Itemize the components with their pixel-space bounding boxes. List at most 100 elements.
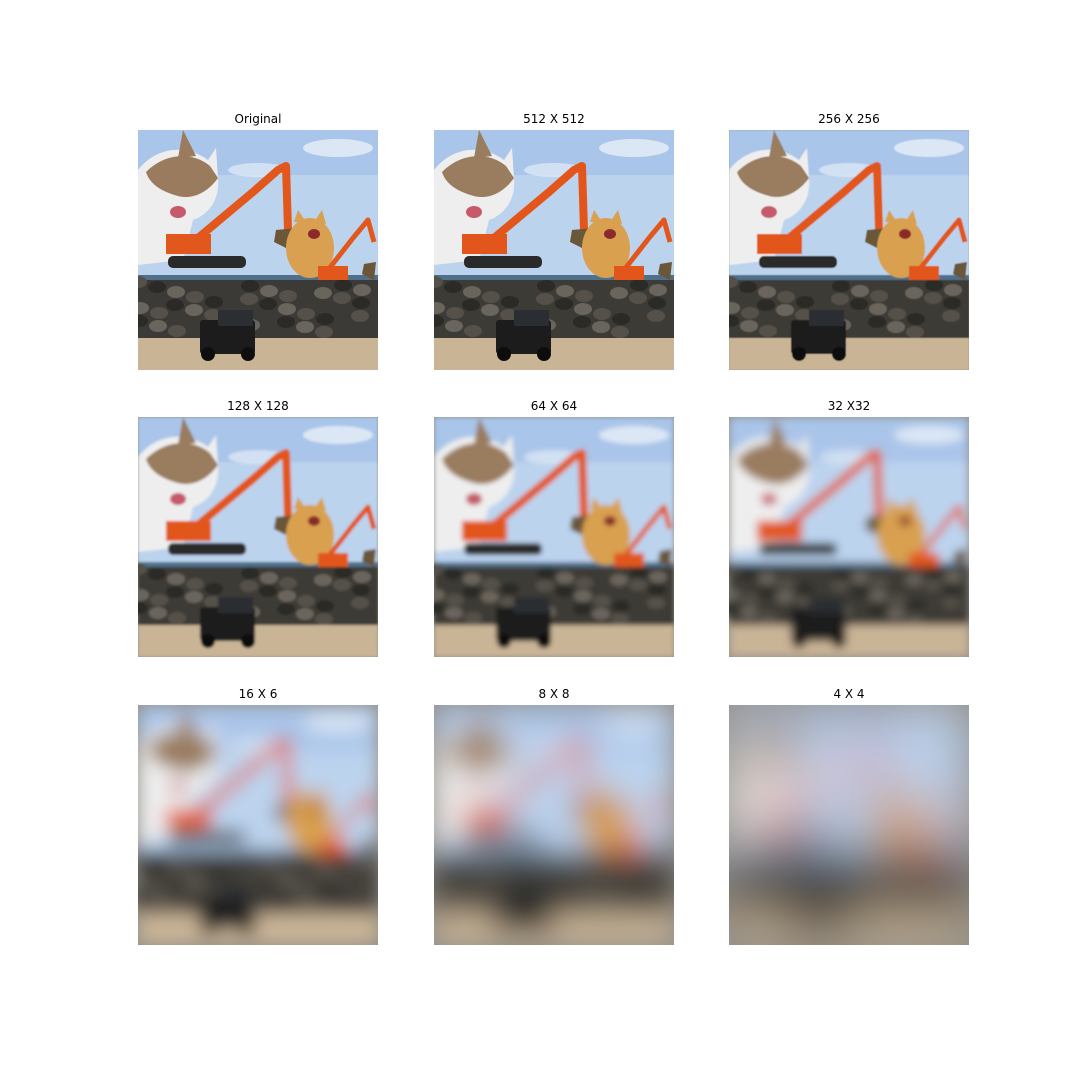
rock — [482, 866, 500, 878]
toy-car-cabin — [514, 885, 549, 901]
rock — [832, 855, 850, 867]
rock — [573, 603, 591, 615]
cat-left-mouth — [170, 206, 186, 218]
rock — [592, 896, 610, 908]
scene-illustration — [729, 130, 969, 370]
rock — [353, 571, 371, 583]
cloud — [303, 139, 373, 157]
rock — [279, 290, 297, 302]
cat-right-mouth — [308, 804, 320, 814]
rock — [279, 865, 297, 877]
rock — [757, 299, 775, 311]
toy-car-wheel — [792, 347, 806, 361]
rock — [906, 326, 924, 338]
toy-car-wheel — [241, 634, 255, 648]
rock — [776, 591, 794, 603]
rock — [278, 303, 296, 315]
rock — [741, 307, 759, 319]
panel-image — [434, 417, 674, 657]
excavator-track — [464, 831, 542, 843]
rock — [481, 591, 499, 603]
rock — [629, 579, 647, 591]
rock — [445, 895, 463, 907]
rock — [592, 608, 610, 620]
rock — [277, 891, 295, 903]
rock — [777, 578, 795, 590]
rock — [740, 895, 758, 907]
cat-left-mouth — [761, 206, 777, 218]
rock — [186, 291, 204, 303]
excavator-track — [464, 543, 542, 555]
cat-right-mouth — [604, 804, 616, 814]
rock — [907, 888, 925, 900]
rock — [259, 585, 277, 597]
rock — [555, 585, 573, 597]
rock — [777, 866, 795, 878]
cat-right-mouth — [604, 229, 616, 239]
rock — [205, 871, 223, 883]
rock — [831, 868, 849, 880]
scene-group — [729, 417, 969, 657]
rock — [482, 291, 500, 303]
excavator-track — [759, 256, 837, 268]
rock — [462, 299, 480, 311]
rock — [462, 586, 480, 598]
excavator-track — [168, 256, 246, 268]
rock — [278, 878, 296, 890]
toy-car-wheel — [241, 347, 255, 361]
rock — [536, 868, 554, 880]
rock — [850, 873, 868, 885]
scene-group — [434, 130, 674, 370]
rock — [537, 280, 555, 292]
rock — [555, 298, 573, 310]
excavator-small-body — [614, 841, 644, 855]
rock — [925, 566, 943, 578]
excavator-small-body — [318, 841, 348, 855]
rock — [314, 287, 332, 299]
rock — [297, 308, 315, 320]
rock — [149, 607, 167, 619]
rock — [851, 285, 869, 297]
panel-title: 32 X32 — [827, 399, 871, 413]
rock — [629, 292, 647, 304]
excavator-track — [464, 256, 542, 268]
rock — [537, 855, 555, 867]
rock — [796, 583, 814, 595]
rock — [260, 285, 278, 297]
rock — [611, 901, 629, 913]
rock — [612, 888, 630, 900]
cloud — [599, 139, 669, 157]
rock — [333, 292, 351, 304]
rock — [167, 861, 185, 873]
rock — [630, 279, 648, 291]
scene-illustration — [434, 130, 674, 370]
rock — [888, 308, 906, 320]
rock — [593, 883, 611, 895]
rock — [740, 607, 758, 619]
cloud — [894, 714, 964, 732]
cat-left-mouth — [761, 781, 777, 793]
excavator-small-body — [909, 553, 939, 567]
cloud — [894, 139, 964, 157]
rock — [870, 290, 888, 302]
rock — [314, 862, 332, 874]
rock — [796, 296, 814, 308]
rock — [593, 595, 611, 607]
toy-car-wheel — [832, 347, 846, 361]
rock — [296, 608, 314, 620]
rock — [555, 873, 573, 885]
panel-title: 16 X 6 — [238, 687, 278, 701]
scene-illustration — [729, 417, 969, 657]
rock — [869, 590, 887, 602]
rock — [868, 603, 886, 615]
rock — [575, 865, 593, 877]
excavator-track — [168, 831, 246, 843]
rock — [757, 586, 775, 598]
cat-left-mouth — [170, 493, 186, 505]
rock — [630, 854, 648, 866]
rock — [150, 307, 168, 319]
excavator-small-body — [614, 553, 644, 567]
rock — [593, 308, 611, 320]
rock — [185, 591, 203, 603]
rock — [444, 281, 462, 293]
